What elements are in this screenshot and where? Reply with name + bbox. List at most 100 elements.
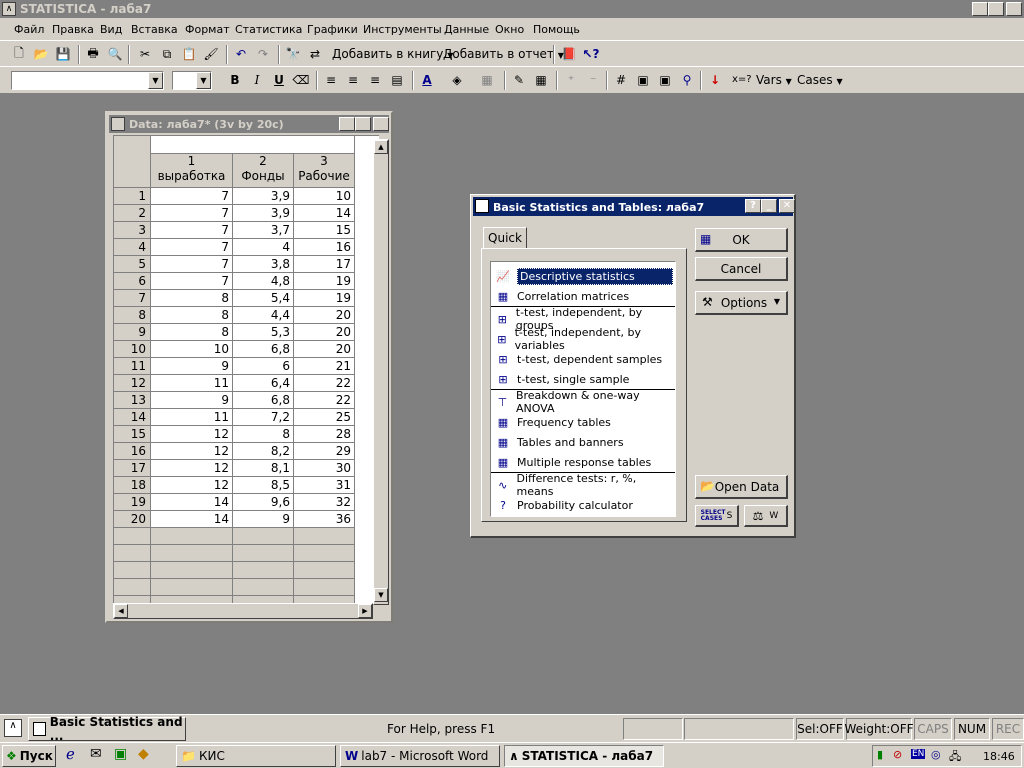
table-cell[interactable]: 11 bbox=[151, 375, 233, 392]
desktop-icon[interactable]: ▣ bbox=[114, 746, 127, 762]
table-cell[interactable]: 30 bbox=[294, 460, 355, 477]
minimize-button[interactable]: _ bbox=[339, 117, 355, 131]
variable-specs-icon[interactable]: ▣ bbox=[634, 71, 652, 89]
menu-window[interactable]: Окно bbox=[495, 23, 524, 36]
table-cell[interactable]: 36 bbox=[294, 511, 355, 528]
row-number[interactable]: 4 bbox=[114, 239, 151, 256]
add-to-book-button[interactable]: Добавить в книгу ▼ bbox=[332, 47, 453, 61]
table-cell[interactable]: 7 bbox=[151, 188, 233, 205]
table-cell[interactable]: 7 bbox=[151, 273, 233, 290]
menu-edit[interactable]: Правка bbox=[52, 23, 94, 36]
row-number[interactable]: 9 bbox=[114, 324, 151, 341]
table-cell[interactable]: 4 bbox=[233, 239, 294, 256]
outlook-icon[interactable]: ✉ bbox=[90, 746, 102, 762]
row-number[interactable]: 3 bbox=[114, 222, 151, 239]
increase-decimal-icon[interactable]: ⁺ bbox=[562, 71, 580, 89]
table-cell[interactable]: 29 bbox=[294, 443, 355, 460]
table-cell[interactable]: 9 bbox=[151, 392, 233, 409]
row-number[interactable]: 8 bbox=[114, 307, 151, 324]
spreadsheet-icon[interactable] bbox=[111, 117, 125, 131]
bold-icon[interactable]: B bbox=[226, 71, 244, 89]
menu-tools[interactable]: Инструменты bbox=[363, 23, 442, 36]
list-item[interactable]: ⊞ t-test, dependent samples bbox=[493, 349, 673, 369]
grid-icon[interactable]: ▦ bbox=[532, 71, 550, 89]
taskbar-item-kis[interactable]: 📁 КИС bbox=[176, 745, 336, 767]
table-cell[interactable]: 21 bbox=[294, 358, 355, 375]
replace-values-button[interactable]: x=? bbox=[732, 74, 752, 85]
list-item[interactable]: ∿ Difference tests: r, %, means bbox=[493, 472, 673, 498]
menu-statistics[interactable]: Статистика bbox=[235, 23, 302, 36]
save-icon[interactable]: 💾 bbox=[54, 45, 72, 63]
start-button[interactable]: ❖ Пуск bbox=[2, 745, 56, 767]
table-cell[interactable]: 8,5 bbox=[233, 477, 294, 494]
table-cell[interactable]: 19 bbox=[294, 290, 355, 307]
table-cell[interactable]: 28 bbox=[294, 426, 355, 443]
redo-icon[interactable]: ↷ bbox=[254, 45, 272, 63]
table-cell[interactable]: 8 bbox=[151, 324, 233, 341]
row-number[interactable]: 6 bbox=[114, 273, 151, 290]
table-cell[interactable]: 9 bbox=[233, 511, 294, 528]
row-number[interactable]: 13 bbox=[114, 392, 151, 409]
row-number[interactable]: 11 bbox=[114, 358, 151, 375]
font-color-icon[interactable]: A bbox=[418, 71, 436, 89]
menu-view[interactable]: Вид bbox=[100, 23, 122, 36]
row-number[interactable]: 18 bbox=[114, 477, 151, 494]
table-cell[interactable]: 4,8 bbox=[233, 273, 294, 290]
close-button[interactable]: ✕ bbox=[1006, 2, 1022, 16]
table-cell[interactable]: 25 bbox=[294, 409, 355, 426]
table-cell[interactable]: 7 bbox=[151, 205, 233, 222]
minimize-button[interactable]: _ bbox=[972, 2, 988, 16]
scroll-right-arrow-icon[interactable]: ▶ bbox=[358, 604, 372, 618]
table-cell[interactable]: 12 bbox=[151, 477, 233, 494]
table-cell[interactable]: 3,9 bbox=[233, 188, 294, 205]
close-button[interactable]: ✕ bbox=[779, 199, 795, 213]
data-grid[interactable]: 1 выработка 2 Фонды 3 Рабочие 1 7 3,9 10 2 7 3,9 14 3 7… bbox=[113, 135, 379, 613]
list-item[interactable]: 📈 Descriptive statistics bbox=[493, 266, 673, 286]
row-number[interactable]: 20 bbox=[114, 511, 151, 528]
align-right-icon[interactable]: ≡ bbox=[366, 71, 384, 89]
table-cell[interactable]: 5,3 bbox=[233, 324, 294, 341]
table-cell[interactable]: 16 bbox=[294, 239, 355, 256]
row-number[interactable]: 16 bbox=[114, 443, 151, 460]
menu-insert[interactable]: Вставка bbox=[131, 23, 178, 36]
dropdown-arrow-icon[interactable]: ▼ bbox=[196, 72, 211, 89]
vertical-scrollbar[interactable]: ▲ ▼ bbox=[373, 139, 389, 605]
scroll-up-arrow-icon[interactable]: ▲ bbox=[374, 140, 388, 154]
print-preview-icon[interactable]: 🔍 bbox=[106, 45, 124, 63]
menu-file[interactable]: Файл bbox=[14, 23, 44, 36]
hash-icon[interactable]: # bbox=[612, 71, 630, 89]
table-cell[interactable]: 7,2 bbox=[233, 409, 294, 426]
menu-format[interactable]: Формат bbox=[185, 23, 230, 36]
row-number[interactable]: 19 bbox=[114, 494, 151, 511]
options-button[interactable]: ⚒ Options ▼ bbox=[695, 291, 788, 315]
book-icon[interactable]: 📕 bbox=[560, 45, 578, 63]
table-cell[interactable]: 31 bbox=[294, 477, 355, 494]
scroll-down-arrow-icon[interactable]: ▼ bbox=[374, 588, 388, 602]
minimized-dialog-task[interactable]: Basic Statistics and ... bbox=[28, 715, 186, 743]
cell-format-icon[interactable]: ▤ bbox=[388, 71, 406, 89]
sort-az-icon[interactable]: ↓ bbox=[706, 71, 724, 89]
ok-button[interactable]: ▦ OK bbox=[695, 228, 788, 252]
table-cell[interactable]: 7 bbox=[151, 239, 233, 256]
tray-security-icon[interactable]: ⊘ bbox=[893, 748, 902, 761]
open-data-button[interactable]: 📂 Open Data bbox=[695, 475, 788, 499]
horizontal-scrollbar[interactable]: ◀ ▶ bbox=[113, 603, 373, 619]
analysis-list[interactable]: 📈 Descriptive statistics ▦ Correlation matr… bbox=[490, 261, 676, 517]
replace-icon[interactable]: ⇄ bbox=[306, 45, 324, 63]
row-number[interactable]: 5 bbox=[114, 256, 151, 273]
borders-icon[interactable]: ▦ bbox=[478, 71, 496, 89]
table-cell[interactable]: 7 bbox=[151, 256, 233, 273]
open-folder-icon[interactable]: 📂 bbox=[32, 45, 50, 63]
row-number[interactable]: 2 bbox=[114, 205, 151, 222]
minimize-button[interactable]: _ bbox=[761, 199, 777, 213]
table-cell[interactable]: 9,6 bbox=[233, 494, 294, 511]
marker-icon[interactable]: ✎ bbox=[510, 71, 528, 89]
font-name-dropdown[interactable]: ▼ bbox=[11, 71, 164, 90]
menu-graphs[interactable]: Графики bbox=[307, 23, 358, 36]
table-cell[interactable]: 14 bbox=[151, 511, 233, 528]
table-cell[interactable]: 4,4 bbox=[233, 307, 294, 324]
paste-icon[interactable]: 📋 bbox=[180, 45, 198, 63]
close-button[interactable]: ✕ bbox=[373, 117, 389, 131]
list-item[interactable]: ▦ Correlation matrices bbox=[493, 286, 673, 306]
row-number[interactable]: 12 bbox=[114, 375, 151, 392]
